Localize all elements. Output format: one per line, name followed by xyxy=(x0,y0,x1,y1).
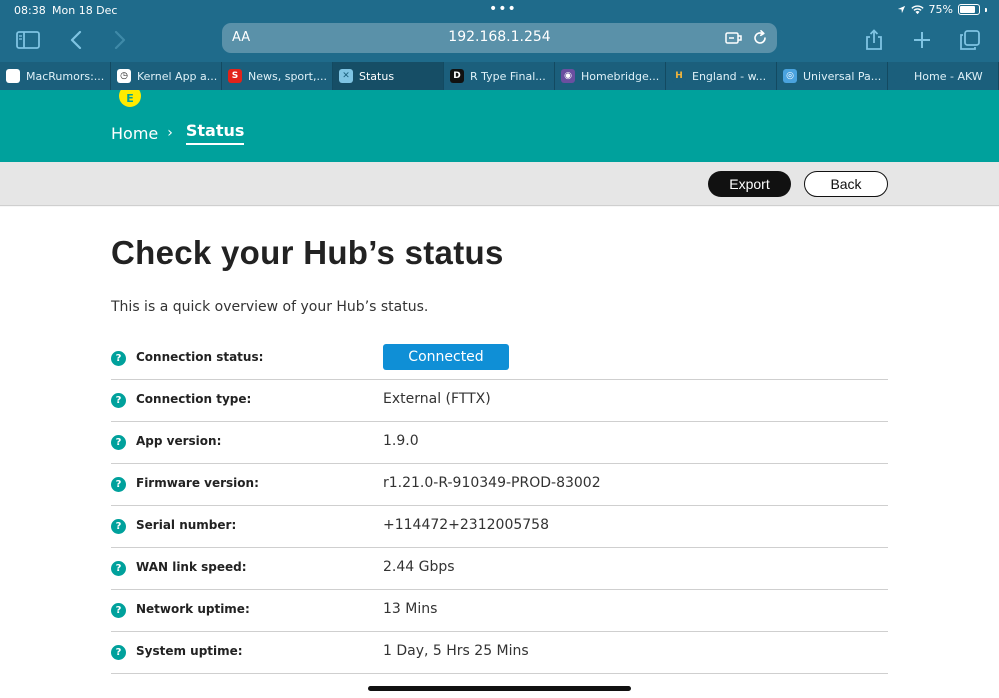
status-indicators: 75% xyxy=(897,3,987,16)
tab-favicon-5: ◉ xyxy=(561,69,575,83)
status-label: Network uptime: xyxy=(136,602,250,616)
status-value: +114472+2312005758 xyxy=(383,517,549,533)
forward-arrow-icon[interactable] xyxy=(106,26,134,54)
breadcrumb-home-link[interactable]: Home xyxy=(111,124,158,143)
tab-label: Kernel App a... xyxy=(137,69,218,83)
status-label: Serial number: xyxy=(136,518,237,532)
status-value: 2.44 Gbps xyxy=(383,559,455,575)
main-content: Check your Hub’s status This is a quick … xyxy=(0,207,999,698)
browser-chrome: 08:38 Mon 18 Dec ••• 75% AA 192.168.1.25… xyxy=(0,0,999,90)
browser-tab[interactable]: ◉ Homebridge... xyxy=(555,62,666,90)
tab-label: Universal Pa... xyxy=(803,69,882,83)
status-value: 1.9.0 xyxy=(383,433,419,449)
clock: 08:38 xyxy=(14,4,46,17)
breadcrumb: Home › Status xyxy=(111,121,245,145)
tab-strip: MacRumors:... ◷ Kernel App a... S News, sp… xyxy=(0,62,999,90)
browser-toolbar: AA 192.168.1.254 xyxy=(0,20,999,60)
status-value: 13 Mins xyxy=(383,601,438,617)
status-value: External (FTTX) xyxy=(383,391,491,407)
tab-overview-icon[interactable] xyxy=(956,26,984,54)
status-row-system-uptime: ? System uptime: 1 Day, 5 Hrs 25 Mins xyxy=(111,632,888,674)
export-button[interactable]: Export xyxy=(708,171,791,197)
status-label: WAN link speed: xyxy=(136,560,247,574)
status-row-wan-link-speed: ? WAN link speed: 2.44 Gbps xyxy=(111,548,888,590)
status-row-connection-type: ? Connection type: External (FTTX) xyxy=(111,380,888,422)
status-value: r1.21.0-R-910349-PROD-83002 xyxy=(383,475,601,491)
browser-tab-active[interactable]: ✕ Status xyxy=(333,62,444,90)
help-icon[interactable]: ? xyxy=(111,477,126,492)
date: Mon 18 Dec xyxy=(52,4,118,17)
battery-nub xyxy=(985,7,987,12)
tab-favicon-3[interactable]: ✕ xyxy=(339,69,353,83)
browser-tab[interactable]: D R Type Final... xyxy=(444,62,555,90)
tab-favicon-6: H xyxy=(672,69,686,83)
tab-favicon-4: D xyxy=(450,69,464,83)
back-button[interactable]: Back xyxy=(804,171,888,197)
address-bar[interactable]: AA 192.168.1.254 xyxy=(222,23,777,53)
help-icon[interactable]: ? xyxy=(111,519,126,534)
page-intro: This is a quick overview of your Hub’s s… xyxy=(111,299,429,315)
browser-tab[interactable]: MacRumors:... xyxy=(0,62,111,90)
share-icon[interactable] xyxy=(860,26,888,54)
location-icon xyxy=(897,5,905,14)
status-label: System uptime: xyxy=(136,644,243,658)
help-icon[interactable]: ? xyxy=(111,561,126,576)
tab-label: News, sport,... xyxy=(248,69,327,83)
battery-icon xyxy=(958,4,980,15)
status-row-connection-status: ? Connection status: Connected xyxy=(111,338,888,380)
ee-logo[interactable]: E xyxy=(119,90,141,107)
tab-favicon-1: ◷ xyxy=(117,69,131,83)
hub-header: E Home › Status xyxy=(0,90,999,162)
status-row-serial-number: ? Serial number: +114472+2312005758 xyxy=(111,506,888,548)
tab-label: R Type Final... xyxy=(470,69,546,83)
tab-favicon-2: S xyxy=(228,69,242,83)
tab-favicon-7: ◎ xyxy=(783,69,797,83)
help-icon[interactable]: ? xyxy=(111,435,126,450)
browser-tab[interactable]: Home - AKW xyxy=(888,62,999,90)
browser-tab[interactable]: ◎ Universal Pa... xyxy=(777,62,888,90)
new-tab-icon[interactable] xyxy=(908,26,936,54)
breadcrumb-current: Status xyxy=(185,121,245,145)
url-text[interactable]: 192.168.1.254 xyxy=(222,29,777,45)
wifi-icon xyxy=(910,4,924,14)
tab-label: Homebridge... xyxy=(581,69,660,83)
help-icon[interactable]: ? xyxy=(111,351,126,366)
status-row-network-uptime: ? Network uptime: 13 Mins xyxy=(111,590,888,632)
browser-tab[interactable]: S News, sport,... xyxy=(222,62,333,90)
battery-percent: 75% xyxy=(928,3,953,16)
tab-label: Home - AKW xyxy=(914,69,983,83)
tab-label: Status xyxy=(359,69,395,83)
sidebar-icon[interactable] xyxy=(14,26,42,54)
status-label: App version: xyxy=(136,434,222,448)
help-icon[interactable]: ? xyxy=(111,645,126,660)
status-row-app-version: ? App version: 1.9.0 xyxy=(111,422,888,464)
action-bar: Export Back xyxy=(0,162,999,206)
tab-label: England - w... xyxy=(692,69,767,83)
home-indicator[interactable] xyxy=(368,686,631,691)
help-icon[interactable]: ? xyxy=(111,393,126,408)
tab-favicon-0 xyxy=(6,69,20,83)
tab-label: MacRumors:... xyxy=(26,69,105,83)
status-label: Firmware version: xyxy=(136,476,259,490)
tab-favicon-8 xyxy=(894,69,908,83)
help-icon[interactable]: ? xyxy=(111,603,126,618)
chevron-right-icon: › xyxy=(167,125,173,141)
ios-status-bar: 08:38 Mon 18 Dec ••• 75% xyxy=(0,0,999,20)
status-label: Connection status: xyxy=(136,350,264,364)
status-row-firmware-version: ? Firmware version: r1.21.0-R-910349-PRO… xyxy=(111,464,888,506)
browser-tab[interactable]: H England - w... xyxy=(666,62,777,90)
back-arrow-icon[interactable] xyxy=(62,26,90,54)
media-icon[interactable] xyxy=(724,29,742,47)
browser-tab[interactable]: ◷ Kernel App a... xyxy=(111,62,222,90)
status-badge: Connected xyxy=(383,344,509,370)
page-title: Check your Hub’s status xyxy=(111,234,504,271)
multitasking-dots-icon[interactable]: ••• xyxy=(489,1,517,17)
reload-icon[interactable] xyxy=(751,29,769,47)
status-label: Connection type: xyxy=(136,392,252,406)
status-value: 1 Day, 5 Hrs 25 Mins xyxy=(383,643,529,659)
